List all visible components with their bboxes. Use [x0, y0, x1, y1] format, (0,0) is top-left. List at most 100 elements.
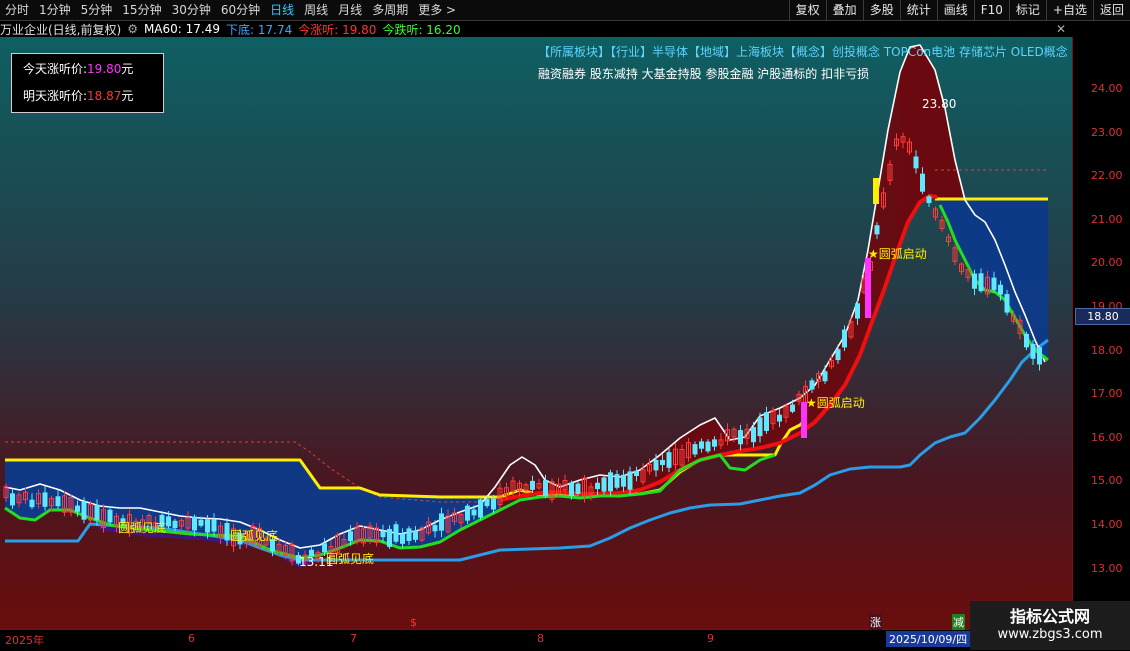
axis-tick: 22.00 — [1091, 169, 1123, 183]
current-price-tag: 18.80 — [1075, 307, 1130, 325]
toolbar-button-6[interactable]: 标记 — [1008, 0, 1046, 20]
candle-body — [81, 501, 87, 520]
period-tab-3[interactable]: 15分钟 — [117, 0, 166, 20]
candle-body — [42, 492, 48, 507]
candle-body — [205, 519, 210, 533]
toolbar-button-8[interactable]: 返回 — [1092, 0, 1130, 20]
signal-label-5: ★圆弧启动 — [868, 247, 927, 261]
toolbar-button-0[interactable]: 复权 — [788, 0, 826, 20]
dollar-marker: $ — [410, 616, 417, 629]
period-tabs: 分时 1分钟 5分钟 15分钟 30分钟 60分钟 日线 周线 月线 多周期 更多 > — [0, 0, 461, 20]
axis-tick: 23.00 — [1091, 125, 1123, 139]
period-tab-4[interactable]: 30分钟 — [167, 0, 216, 20]
candle-body — [55, 496, 61, 507]
candle-body — [842, 329, 847, 348]
candle-body — [692, 444, 698, 455]
candle-body — [198, 519, 204, 526]
candle-body — [1024, 333, 1029, 348]
signal-label-3: 圆弧见底 — [326, 551, 374, 566]
action-buttons: 复权 叠加 多股 统计 画线 F10 标记 +自选 返回 — [788, 0, 1130, 20]
candle-body — [608, 472, 613, 492]
tomorrow-limit-unit: 元 — [121, 89, 134, 103]
candle-body — [322, 543, 327, 553]
candle-body — [712, 439, 717, 447]
candle-body — [634, 470, 639, 476]
candle-body — [543, 480, 548, 497]
candle-body — [575, 483, 581, 494]
candle-body — [478, 499, 483, 518]
candle-body — [601, 477, 607, 492]
period-tab-2[interactable]: 5分钟 — [76, 0, 118, 20]
candle-body — [627, 471, 633, 490]
axis-tick: 17.00 — [1091, 387, 1123, 401]
axis-tick: 21.00 — [1091, 212, 1123, 226]
candle-body — [738, 430, 743, 445]
candle-body — [192, 516, 197, 531]
period-tab-8[interactable]: 月线 — [333, 0, 367, 20]
period-tab-0[interactable]: 分时 — [0, 0, 34, 20]
concept-line-1: 【所属板块】【行业】半导体【地域】上海板块【概念】创投概念 TOPCon电池 存… — [538, 45, 1068, 59]
axis-tick: 15.00 — [1091, 474, 1123, 488]
today-limit-label: 今天涨听价: — [23, 62, 88, 76]
candle-body — [387, 528, 392, 547]
candle-body — [699, 441, 704, 449]
candle-body — [393, 524, 399, 542]
concept-line-2: 融资融券 股东减持 大基金持股 参股金融 沪股通标的 扣非亏损 — [538, 67, 870, 81]
candle-body — [484, 498, 490, 507]
candle-body — [705, 441, 711, 452]
toolbar-button-2[interactable]: 多股 — [862, 0, 900, 20]
candle-body — [835, 349, 841, 361]
dieting-value: 今跌听: 16.20 — [382, 22, 461, 37]
period-tab-1[interactable]: 1分钟 — [34, 0, 76, 20]
candle-body — [809, 380, 815, 390]
toolbar-button-7[interactable]: +自选 — [1045, 0, 1093, 20]
signal-candle-magenta — [865, 258, 871, 318]
watermark-title: 指标公式网 — [1009, 607, 1090, 626]
candle-body — [621, 474, 626, 487]
candle-body — [790, 404, 795, 412]
settings-icon[interactable]: ⚙ — [127, 22, 138, 36]
candle-body — [822, 371, 828, 382]
candle-body — [107, 509, 113, 523]
limit-price-box: 今天涨听价:19.80元 明天涨听价:18.87元 — [11, 53, 164, 113]
candle-body — [614, 474, 620, 488]
date-label-jun: 6 — [188, 632, 195, 645]
candle-body — [432, 525, 438, 532]
zhang-badge: 涨 — [869, 614, 882, 630]
period-tab-10[interactable]: 更多 > — [413, 0, 461, 20]
candle-body — [660, 459, 665, 465]
toolbar-button-5[interactable]: F10 — [973, 0, 1009, 20]
candle-body — [94, 504, 100, 521]
signal-label-1: 圆弧见底 — [118, 520, 166, 535]
candle-body — [439, 513, 444, 531]
candle-body — [211, 519, 217, 532]
candle-body — [1030, 344, 1036, 359]
toolbar-button-4[interactable]: 画线 — [936, 0, 974, 20]
candle-body — [978, 273, 984, 292]
candle-body — [764, 412, 769, 431]
period-tab-7[interactable]: 周线 — [299, 0, 333, 20]
candle-body — [972, 273, 977, 289]
date-label-aug: 8 — [537, 632, 544, 645]
candle-body — [400, 533, 405, 544]
candle-body — [595, 482, 600, 490]
axis-tick: 16.00 — [1091, 430, 1123, 444]
signal-label-2: 圆弧见底 — [230, 528, 278, 543]
toolbar-button-1[interactable]: 叠加 — [825, 0, 863, 20]
close-icon[interactable]: ✕ — [1056, 22, 1066, 36]
candle-body — [413, 530, 418, 540]
watermark-url: www.zbgs3.com — [997, 627, 1103, 642]
tomorrow-limit-row: 明天涨听价:18.87元 — [23, 87, 133, 104]
candle-body — [75, 505, 80, 512]
period-tab-5[interactable]: 60分钟 — [216, 0, 265, 20]
candle-body — [530, 480, 535, 490]
date-label-sep: 9 — [707, 632, 714, 645]
candle-body — [569, 482, 574, 496]
period-tab-6[interactable]: 日线 — [265, 0, 299, 20]
price-axis: 24.00 23.00 22.00 21.00 20.00 19.00 18.00 17.00… — [1072, 37, 1130, 629]
candle-body — [913, 156, 919, 169]
kline-chart[interactable]: 23.80 13.11 圆弧见底 圆弧见底 圆弧见底 ★圆弧启动 ★圆弧启动 — [0, 37, 1072, 629]
candle-body — [471, 509, 477, 516]
period-tab-9[interactable]: 多周期 — [367, 0, 413, 20]
toolbar-button-3[interactable]: 统计 — [899, 0, 937, 20]
